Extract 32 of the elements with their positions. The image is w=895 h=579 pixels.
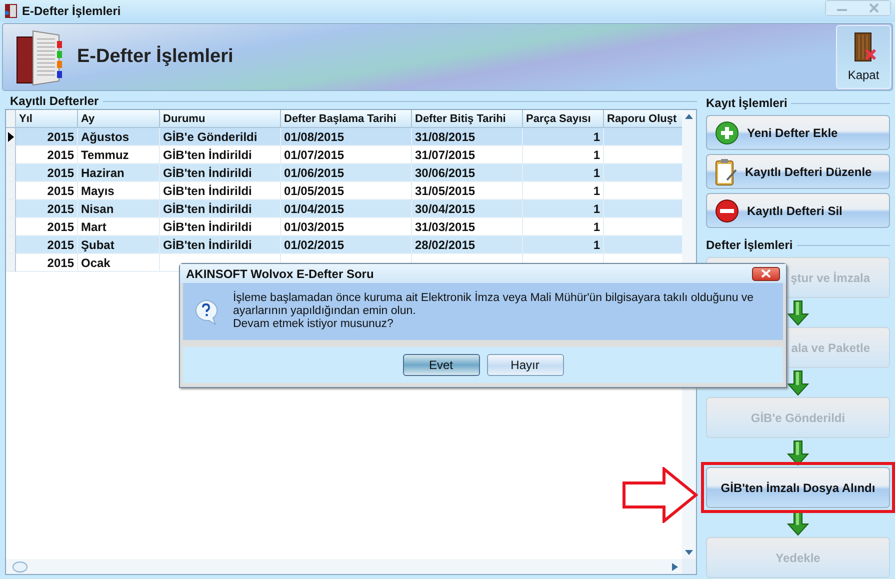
group-title: Kayıt İşlemleri xyxy=(706,96,788,110)
table-cell: GİB'ten İndirildi xyxy=(160,236,281,254)
dialog-title: AKINSOFT Wolvox E-Defter Soru xyxy=(186,266,374,280)
table-cell: GİB'ten İndirildi xyxy=(160,200,281,218)
table-cell: Nisan xyxy=(78,200,160,218)
table-cell: GİB'ten İndirildi xyxy=(160,164,281,182)
table-cell: 01/06/2015 xyxy=(281,164,412,182)
table-cell: 2015 xyxy=(16,164,78,182)
table-cell: 1 xyxy=(523,236,604,254)
table-cell: Şubat xyxy=(78,236,160,254)
table-cell: Ağustos xyxy=(78,128,160,146)
table-cell: 1 xyxy=(523,164,604,182)
table-cell: 31/08/2015 xyxy=(412,128,523,146)
table-cell: 01/08/2015 xyxy=(281,128,412,146)
table-cell: GİB'e Gönderildi xyxy=(160,128,281,146)
table-cell: 2015 xyxy=(16,236,78,254)
table-cell: 30/04/2015 xyxy=(412,200,523,218)
page-title: E-Defter İşlemleri xyxy=(77,46,234,68)
group-title: Kayıtlı Defterler xyxy=(10,94,99,108)
table-cell: 01/02/2015 xyxy=(281,236,412,254)
table-cell: 2015 xyxy=(16,200,78,218)
table-cell: 2015 xyxy=(16,254,78,272)
table-cell: Haziran xyxy=(78,164,160,182)
group-title: Defter İşlemleri xyxy=(706,238,793,252)
window-title: E-Defter İşlemleri xyxy=(22,4,122,18)
table-cell: Ocak xyxy=(78,254,160,272)
table-cell: 28/02/2015 xyxy=(412,236,523,254)
table-cell: 1 xyxy=(523,200,604,218)
table-cell: 1 xyxy=(523,128,604,146)
table-cell: 2015 xyxy=(16,128,78,146)
table-cell: 30/06/2015 xyxy=(412,164,523,182)
table-cell: 01/04/2015 xyxy=(281,200,412,218)
